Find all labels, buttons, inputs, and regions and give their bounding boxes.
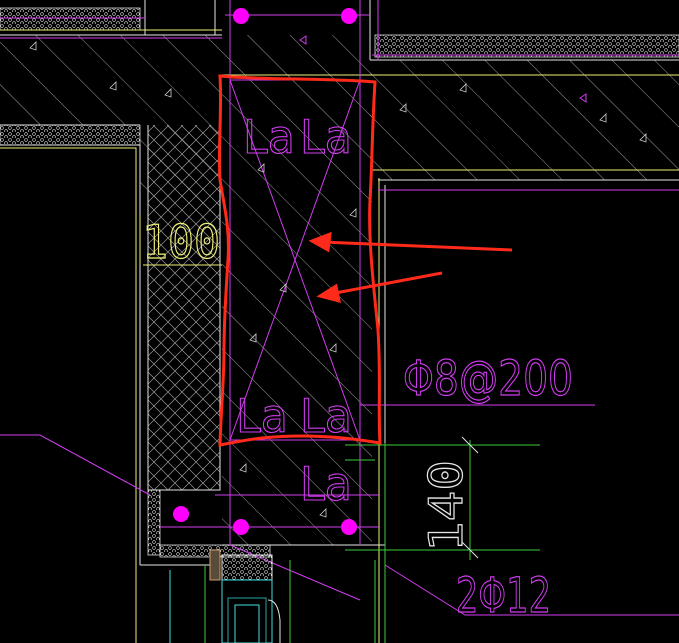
- anchorage-label: La: [243, 110, 295, 164]
- rebar-dot: [341, 519, 357, 535]
- dimension-140-label: 140: [419, 460, 473, 552]
- rebar-main-label: 2Φ12: [456, 568, 551, 624]
- rebar-dot: [233, 519, 249, 535]
- anchorage-label: La: [236, 389, 288, 443]
- anchorage-label: La: [300, 389, 352, 443]
- window-frame: [169, 549, 281, 643]
- anchorage-label: La: [300, 110, 352, 164]
- rebar-dot: [341, 8, 357, 24]
- rebar-dot: [233, 8, 249, 24]
- anchorage-label: La: [300, 457, 352, 511]
- insulation-crosshatch: [148, 125, 220, 490]
- rebar-spacing-label: Φ8@200: [403, 351, 573, 407]
- dimension-100-label: 100: [142, 215, 220, 269]
- cad-drawing-canvas: 100 Φ8@200 140 2Φ12 La La La La La: [0, 0, 679, 643]
- rebar-dot: [173, 506, 189, 522]
